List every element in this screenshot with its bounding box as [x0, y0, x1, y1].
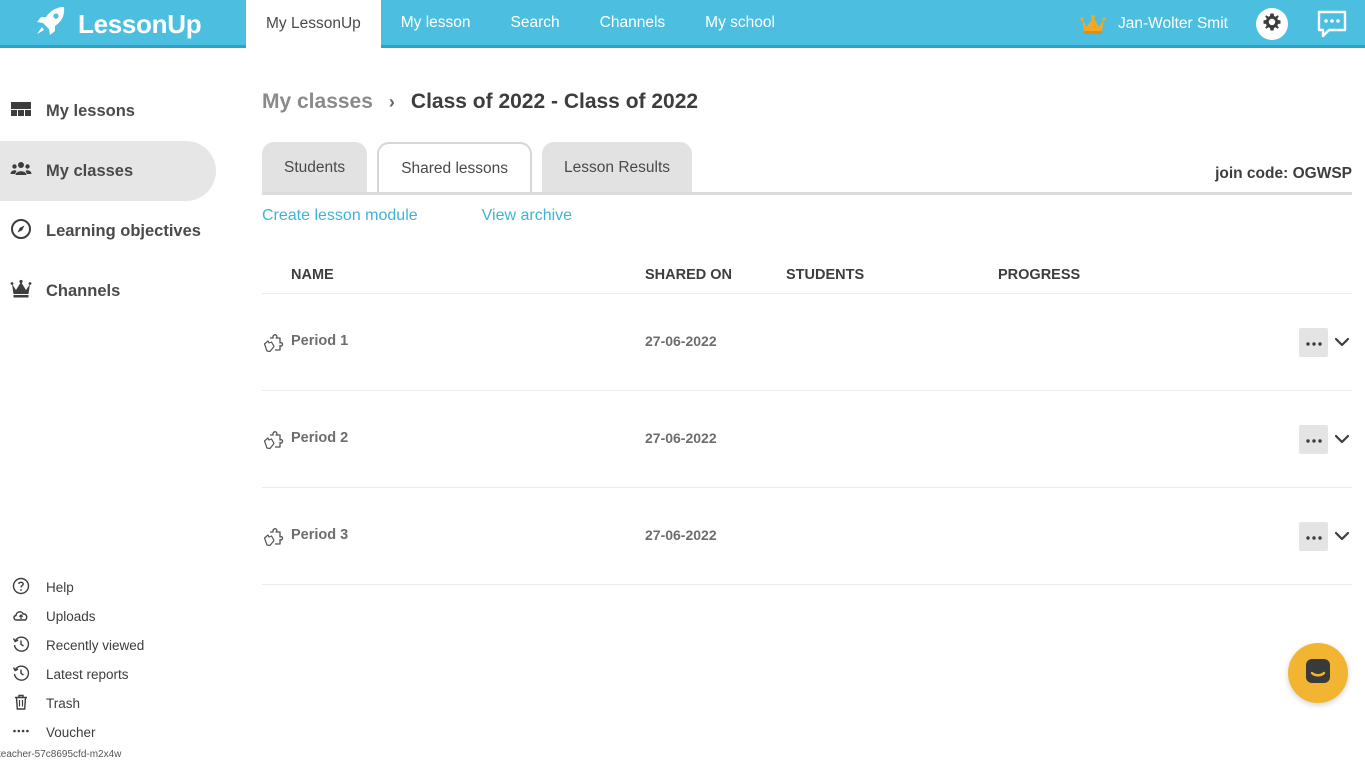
chevron-down-icon — [1334, 529, 1350, 546]
breadcrumb-my-classes[interactable]: My classes — [262, 90, 373, 114]
sidebar-item-label: My classes — [46, 161, 134, 180]
cloud-upload-icon — [12, 606, 30, 627]
chat-icon — [1303, 656, 1333, 691]
nav-search[interactable]: Search — [491, 0, 580, 45]
sidebar-item-learning-objectives[interactable]: Learning objectives — [0, 201, 216, 261]
shared-on-date: 27-06-2022 — [645, 333, 717, 349]
nav-my-lesson[interactable]: My lesson — [381, 0, 491, 45]
column-header-progress[interactable]: PROGRESS — [998, 267, 1080, 283]
expand-row-button[interactable] — [1334, 335, 1350, 347]
sidebar-footer-trash[interactable]: Trash — [0, 691, 80, 715]
classes-people-icon — [10, 158, 32, 185]
table-row[interactable]: Period 2 27-06-2022 — [262, 391, 1352, 488]
history-icon — [12, 664, 30, 685]
view-archive-link[interactable]: View archive — [482, 207, 572, 229]
lesson-name[interactable]: Period 1 — [291, 333, 348, 349]
column-header-students[interactable]: STUDENTS — [786, 267, 864, 283]
crown-icon — [10, 278, 32, 305]
lessons-grid-icon — [10, 98, 32, 125]
user-name: Jan-Wolter Smit — [1118, 15, 1228, 32]
chat-bubble-icon — [1316, 10, 1348, 43]
sidebar-item-label: Channels — [46, 281, 121, 300]
sidebar-item-my-classes[interactable]: My classes — [0, 141, 216, 201]
sidebar-footer-recently-viewed[interactable]: Recently viewed — [0, 633, 144, 657]
nav-my-lessonup[interactable]: My LessonUp — [246, 0, 381, 48]
join-code: join code: OGWSP — [1215, 165, 1352, 182]
chevron-down-icon — [1334, 335, 1350, 352]
compass-icon — [10, 218, 32, 245]
more-dots-icon — [1305, 528, 1323, 546]
sidebar: My lessons My classes Learning objective… — [0, 48, 246, 762]
sidebar-footer-label: Voucher — [46, 724, 96, 740]
rocket-icon — [34, 5, 68, 44]
column-header-shared-on[interactable]: SHARED ON — [645, 267, 732, 283]
column-header-name[interactable]: NAME — [291, 267, 334, 283]
lessonup-logo[interactable]: LessonUp — [34, 6, 202, 40]
chevron-down-icon — [1334, 432, 1350, 449]
page-title: Class of 2022 - Class of 2022 — [410, 90, 699, 113]
support-chat-button[interactable] — [1288, 643, 1348, 703]
nav-my-school[interactable]: My school — [685, 0, 795, 45]
expand-row-button[interactable] — [1334, 529, 1350, 541]
sidebar-item-my-lessons[interactable]: My lessons — [0, 81, 216, 141]
sidebar-item-label: Learning objectives — [46, 221, 201, 240]
build-id: teacher-57c8695cfd-m2x4w — [0, 749, 122, 760]
sidebar-footer-label: Help — [46, 579, 74, 595]
class-tabs: Students Shared lessons Lesson Results — [262, 142, 693, 194]
tab-students[interactable]: Students — [262, 142, 368, 194]
expand-row-button[interactable] — [1334, 432, 1350, 444]
messages-button[interactable] — [1316, 9, 1348, 39]
tab-shared-lessons[interactable]: Shared lessons — [377, 142, 533, 194]
sidebar-item-label: My lessons — [46, 101, 135, 120]
app-name: LessonUp — [78, 8, 202, 39]
crown-icon — [1080, 13, 1106, 35]
user-menu[interactable]: Jan-Wolter Smit — [1080, 10, 1228, 38]
top-navigation-bar: LessonUp My LessonUp My lesson Search Ch… — [0, 0, 1365, 48]
main-nav: My LessonUp My lesson Search Channels My… — [246, 0, 795, 48]
action-links: Create lesson module View archive — [262, 207, 572, 229]
more-dots-icon — [1305, 334, 1323, 352]
help-icon — [12, 577, 30, 598]
history-icon — [12, 635, 30, 656]
table-header: NAME SHARED ON STUDENTS PROGRESS — [262, 262, 1352, 294]
puzzle-piece-icon — [262, 330, 286, 354]
row-more-button[interactable] — [1299, 522, 1328, 551]
sidebar-footer-latest-reports[interactable]: Latest reports — [0, 662, 129, 686]
lesson-name[interactable]: Period 2 — [291, 430, 348, 446]
sidebar-footer-label: Uploads — [46, 608, 96, 624]
lesson-name[interactable]: Period 3 — [291, 527, 348, 543]
dots-icon — [12, 722, 30, 743]
create-lesson-module-link[interactable]: Create lesson module — [262, 207, 418, 229]
breadcrumb-separator: › — [388, 91, 395, 112]
sidebar-footer-voucher[interactable]: Voucher — [0, 720, 96, 744]
row-more-button[interactable] — [1299, 425, 1328, 454]
shared-on-date: 27-06-2022 — [645, 430, 717, 446]
sidebar-footer-label: Trash — [46, 695, 81, 711]
sidebar-item-channels[interactable]: Channels — [0, 261, 216, 321]
gear-icon — [1262, 12, 1282, 37]
breadcrumb: My classes › Class of 2022 - Class of 20… — [262, 86, 698, 118]
sidebar-footer-help[interactable]: Help — [0, 575, 74, 599]
table-row[interactable]: Period 3 27-06-2022 — [262, 488, 1352, 585]
nav-channels[interactable]: Channels — [580, 0, 686, 45]
puzzle-piece-icon — [262, 427, 286, 451]
table-row[interactable]: Period 1 27-06-2022 — [262, 294, 1352, 391]
sidebar-footer-uploads[interactable]: Uploads — [0, 604, 96, 628]
settings-button[interactable] — [1256, 8, 1288, 40]
tabs-divider — [262, 192, 1352, 195]
puzzle-piece-icon — [262, 524, 286, 548]
more-dots-icon — [1305, 431, 1323, 449]
row-more-button[interactable] — [1299, 328, 1328, 357]
shared-on-date: 27-06-2022 — [645, 527, 717, 543]
sidebar-footer-label: Latest reports — [46, 666, 129, 682]
trash-icon — [12, 693, 30, 714]
sidebar-footer-label: Recently viewed — [46, 637, 145, 653]
tab-lesson-results[interactable]: Lesson Results — [542, 142, 693, 194]
